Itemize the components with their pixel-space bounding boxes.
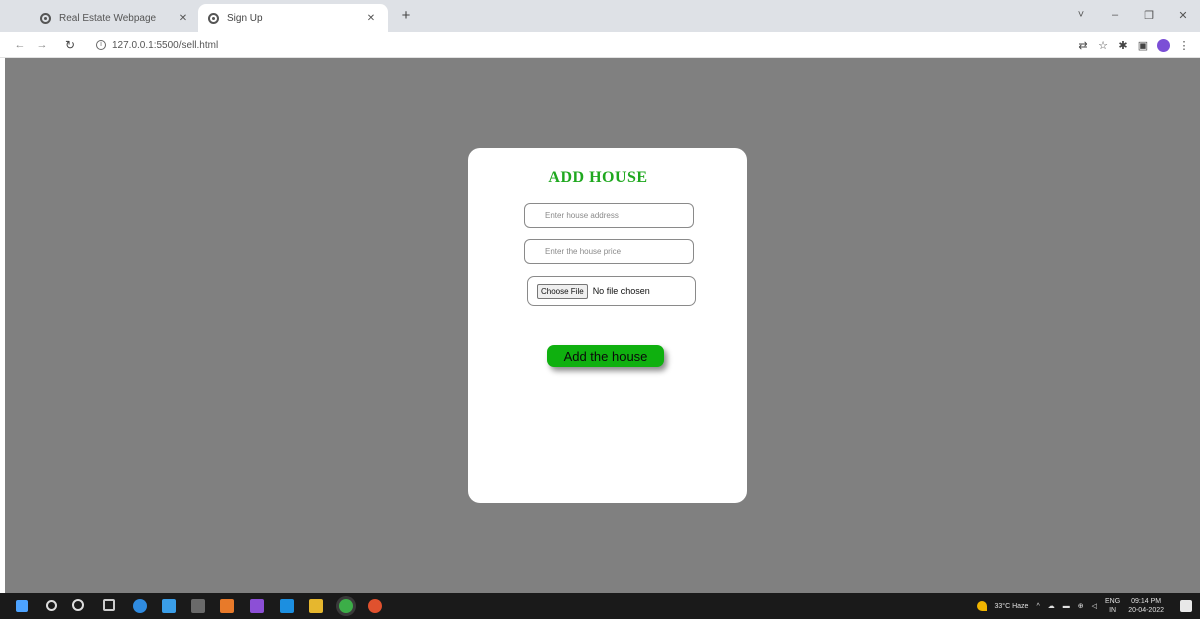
network-icon[interactable]: ⊕ bbox=[1078, 602, 1084, 610]
windows-start-icon[interactable] bbox=[16, 600, 28, 612]
clock-time: 09:14 PM bbox=[1131, 598, 1162, 605]
file-explorer-icon[interactable] bbox=[309, 599, 323, 613]
house-price-input[interactable] bbox=[524, 239, 694, 264]
app-icon[interactable] bbox=[191, 599, 205, 613]
profile-avatar[interactable] bbox=[1157, 38, 1170, 52]
store-icon[interactable] bbox=[162, 599, 176, 613]
translate-icon[interactable]: ⇄ bbox=[1073, 39, 1093, 52]
reload-icon[interactable]: ↻ bbox=[62, 37, 78, 53]
tab-real-estate[interactable]: Real Estate Webpage ✕ bbox=[30, 4, 200, 32]
toolbar-icons: ⇄ ☆ ✱ ▣ ⋮ bbox=[1073, 36, 1194, 54]
star-icon[interactable]: ☆ bbox=[1093, 39, 1113, 52]
info-icon[interactable]: i bbox=[96, 40, 106, 50]
cortana-icon[interactable] bbox=[72, 599, 84, 611]
edge-icon[interactable] bbox=[133, 599, 147, 613]
file-status-text: No file chosen bbox=[592, 286, 650, 296]
address-bar[interactable]: i 127.0.0.1:5500/sell.html bbox=[96, 36, 1046, 54]
notification-icon[interactable] bbox=[1180, 600, 1192, 612]
choose-file-button[interactable]: Choose File bbox=[537, 283, 588, 299]
language-code: ENG bbox=[1105, 598, 1121, 605]
chrome-icon[interactable] bbox=[339, 599, 353, 613]
system-tray: 33°C Haze ^ ☁ ▬ ⊕ ◁ ENG IN 09:14 PM 20-0… bbox=[976, 593, 1164, 619]
add-house-card: ADD HOUSE Choose File No file chosen Add… bbox=[468, 148, 747, 503]
weather-icon[interactable] bbox=[976, 601, 987, 611]
search-icon[interactable] bbox=[46, 600, 57, 611]
extensions-icon[interactable]: ✱ bbox=[1113, 39, 1133, 52]
file-upload-field: Choose File No file chosen bbox=[527, 276, 696, 306]
tab-title: Real Estate Webpage bbox=[59, 12, 157, 24]
tab-sign-up[interactable]: Sign Up ✕ bbox=[198, 4, 388, 32]
vscode-icon[interactable] bbox=[280, 599, 294, 613]
minimize-button[interactable]: – bbox=[1098, 9, 1132, 21]
menu-icon[interactable]: ⋮ bbox=[1174, 39, 1194, 52]
browser-tab-strip: Real Estate Webpage ✕ Sign Up ✕ + ˅ – ❐ … bbox=[0, 0, 1200, 32]
clock[interactable]: 09:14 PM 20-04-2022 bbox=[1128, 597, 1164, 615]
battery-icon[interactable]: ▬ bbox=[1063, 603, 1070, 610]
clock-date: 20-04-2022 bbox=[1128, 607, 1164, 614]
add-house-button[interactable]: Add the house bbox=[547, 345, 664, 367]
windows-taskbar: 33°C Haze ^ ☁ ▬ ⊕ ◁ ENG IN 09:14 PM 20-0… bbox=[0, 593, 1200, 619]
onedrive-icon[interactable]: ☁ bbox=[1048, 602, 1055, 610]
tab-search-icon[interactable]: ˅ bbox=[1064, 9, 1098, 21]
globe-icon bbox=[208, 12, 219, 24]
restore-button[interactable]: ❐ bbox=[1132, 9, 1166, 22]
new-tab-button[interactable]: + bbox=[398, 8, 414, 24]
weather-text[interactable]: 33°C Haze bbox=[995, 603, 1029, 610]
form-title: ADD HOUSE bbox=[548, 169, 648, 186]
language-region: IN bbox=[1109, 607, 1117, 614]
page-viewport: ADD HOUSE Choose File No file chosen Add… bbox=[5, 58, 1200, 593]
house-address-input[interactable] bbox=[524, 203, 694, 228]
url-text: 127.0.0.1:5500/sell.html bbox=[112, 39, 219, 51]
forward-icon[interactable]: → bbox=[34, 37, 50, 53]
task-view-icon[interactable] bbox=[103, 599, 115, 611]
visual-studio-icon[interactable] bbox=[250, 599, 264, 613]
close-window-button[interactable]: ✕ bbox=[1166, 9, 1200, 22]
tab-title: Sign Up bbox=[227, 12, 263, 24]
side-panel-icon[interactable]: ▣ bbox=[1133, 39, 1153, 52]
chevron-up-icon[interactable]: ^ bbox=[1036, 603, 1039, 610]
close-icon[interactable]: ✕ bbox=[176, 13, 190, 24]
app-icon[interactable] bbox=[368, 599, 382, 613]
back-icon[interactable]: ← bbox=[12, 37, 28, 53]
window-controls: ˅ – ❐ ✕ bbox=[1064, 0, 1200, 30]
browser-toolbar: ← → ↻ i 127.0.0.1:5500/sell.html ⇄ ☆ ✱ ▣… bbox=[0, 32, 1200, 58]
globe-icon bbox=[40, 12, 51, 24]
volume-icon[interactable]: ◁ bbox=[1092, 602, 1097, 610]
office-icon[interactable] bbox=[220, 599, 234, 613]
language-indicator[interactable]: ENG IN bbox=[1105, 597, 1120, 615]
close-icon[interactable]: ✕ bbox=[364, 13, 378, 24]
